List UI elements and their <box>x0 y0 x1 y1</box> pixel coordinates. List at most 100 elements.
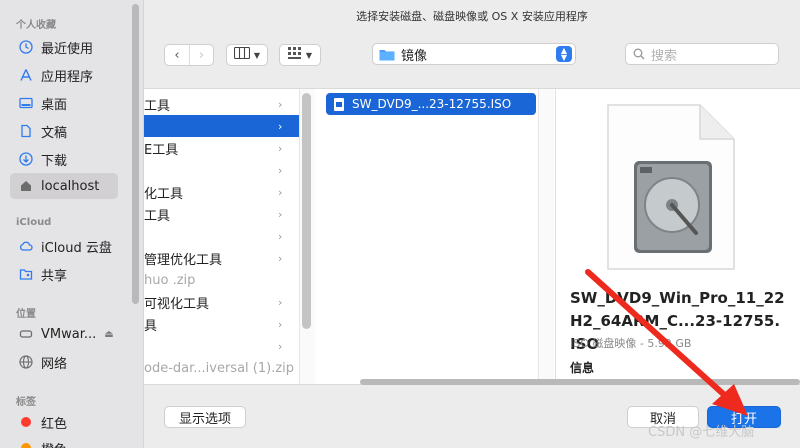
sidebar-item-recents[interactable]: 最近使用 <box>10 34 118 60</box>
sidebar-item-label: VMwar... <box>41 326 97 342</box>
sidebar-item-icloud-drive[interactable]: iCloud 云盘 <box>10 233 118 259</box>
list-item-label: 具 <box>144 318 158 334</box>
cloud-icon <box>18 238 34 254</box>
nav-buttons: ‹ › <box>164 44 214 66</box>
list-item[interactable]: 管理优化工具 › <box>144 247 299 269</box>
list-item[interactable]: huo .zip <box>144 269 299 291</box>
tag-dot-icon <box>18 414 34 430</box>
list-item[interactable]: 具 › <box>144 313 299 335</box>
tag-dot-icon <box>18 440 34 448</box>
chevron-right-icon: › <box>278 163 283 177</box>
chevron-up-down-icon: ▲ ▼ <box>556 46 572 62</box>
sidebar: 个人收藏 最近使用 应用程序 桌面 文稿 下载 localhost iCloud… <box>0 0 144 448</box>
forward-button[interactable]: › <box>188 45 213 65</box>
list-item[interactable]: 工具 › <box>144 203 299 225</box>
location-select[interactable]: 镜像 ▲ ▼ <box>372 43 576 65</box>
main-panel: 选择安装磁盘、磁盘映像或 OS X 安装应用程序 ‹ › ▼ ▼ 镜像 ▲ ▼ 搜… <box>144 0 800 448</box>
search-field[interactable]: 搜索 <box>625 43 779 65</box>
list-item-label: 工具 <box>144 208 171 224</box>
list-item[interactable]: 工具 › <box>144 93 299 115</box>
sidebar-item-label: localhost <box>41 178 100 194</box>
group-button[interactable]: ▼ <box>279 44 321 66</box>
sidebar-item-applications[interactable]: 应用程序 <box>10 62 118 88</box>
sidebar-item-label: 红色 <box>41 416 68 432</box>
show-options-button[interactable]: 显示选项 <box>164 406 246 428</box>
horizontal-scrollbar[interactable] <box>360 379 800 385</box>
shared-folder-icon <box>18 266 34 282</box>
sidebar-item-label: 文稿 <box>41 125 68 141</box>
chevron-right-icon: › <box>278 229 283 243</box>
preview-file-kind: ISO 磁盘映像 - 5.92 GB <box>570 337 692 350</box>
list-item[interactable]: › <box>144 225 299 247</box>
chevron-right-icon: › <box>278 97 283 111</box>
sidebar-item-network[interactable]: 网络 <box>10 349 118 375</box>
list-item[interactable]: 化工具 › <box>144 181 299 203</box>
disk-image-icon <box>607 104 735 270</box>
view-mode-button[interactable]: ▼ <box>226 44 268 66</box>
network-icon <box>18 354 34 370</box>
column-browser: 工具 › › E工具 › › 化工具 › 工具 › › 管理优化工具 › huo .zip… <box>144 88 800 385</box>
sidebar-item-downloads[interactable]: 下载 <box>10 146 118 172</box>
back-button[interactable]: ‹ <box>165 45 189 65</box>
list-item-label: 化工具 <box>144 186 184 202</box>
sidebar-item-vmware-disk[interactable]: VMwar... ⏏ <box>10 321 118 347</box>
sidebar-item-tag-orange[interactable]: 橙色 <box>10 435 118 448</box>
list-item-label: 管理优化工具 <box>144 252 223 268</box>
list-item[interactable]: E工具 › <box>144 137 299 159</box>
home-icon <box>18 178 34 194</box>
chevron-down-icon: ▼ <box>253 50 261 60</box>
list-item-label: huo .zip <box>144 272 196 288</box>
dialog-title: 选择安装磁盘、磁盘映像或 OS X 安装应用程序 <box>356 10 588 23</box>
list-item[interactable]: ode-dar...iversal (1).zip <box>144 357 299 379</box>
sidebar-scrollbar[interactable] <box>132 4 139 304</box>
location-label: 镜像 <box>401 48 428 64</box>
file-row-selected[interactable]: SW_DVD9_...23-12755.ISO <box>326 93 536 115</box>
chevron-right-icon: › <box>278 317 283 331</box>
file-name: SW_DVD9_...23-12755.ISO <box>352 97 512 111</box>
sidebar-section-icloud: iCloud <box>16 217 52 228</box>
list-item[interactable]: › <box>144 335 299 357</box>
clock-icon <box>18 39 34 55</box>
chevron-right-icon: › <box>278 207 283 221</box>
preview-info-heading: 信息 <box>570 361 595 375</box>
column-parent: 工具 › › E工具 › › 化工具 › 工具 › › 管理优化工具 › huo .zip… <box>144 89 300 384</box>
column-files: SW_DVD9_...23-12755.ISO <box>316 89 556 384</box>
folder-icon <box>379 48 395 61</box>
sidebar-item-tag-red[interactable]: 红色 <box>10 409 118 435</box>
chevron-down-icon: ▼ <box>305 50 313 60</box>
sidebar-item-label: 网络 <box>41 356 68 372</box>
sidebar-section-favorites: 个人收藏 <box>16 20 56 31</box>
list-item-label: ode-dar...iversal (1).zip <box>144 360 295 376</box>
watermark: CSDN @七维大脑 <box>648 425 755 440</box>
file-icon <box>334 97 344 111</box>
search-placeholder: 搜索 <box>651 48 678 64</box>
list-item-label: E工具 <box>144 142 179 158</box>
sidebar-item-label: 橙色 <box>41 439 67 448</box>
sidebar-item-label: 应用程序 <box>41 69 94 85</box>
document-icon <box>18 123 34 139</box>
columns-icon <box>233 46 250 63</box>
list-item[interactable]: 可视化工具 › <box>144 291 299 313</box>
chevron-right-icon: › <box>278 141 283 155</box>
list-item[interactable]: › <box>144 115 299 137</box>
sidebar-item-label: 下载 <box>41 153 68 169</box>
preview-pane: SW_DVD9_Win_Pro_11_22H2_64ARM_C...23-127… <box>556 89 800 384</box>
chevron-right-icon: › <box>278 251 283 265</box>
chevron-right-icon: › <box>278 119 283 133</box>
sidebar-item-localhost[interactable]: localhost <box>10 173 118 199</box>
sidebar-item-desktop[interactable]: 桌面 <box>10 90 118 116</box>
search-icon <box>633 48 645 60</box>
chevron-right-icon: › <box>278 295 283 309</box>
sidebar-item-documents[interactable]: 文稿 <box>10 118 118 144</box>
sidebar-item-shared[interactable]: 共享 <box>10 261 118 287</box>
chevron-right-icon: › <box>278 185 283 199</box>
sidebar-item-label: 共享 <box>41 268 68 284</box>
list-item[interactable]: › <box>144 159 299 181</box>
column-scrollbar-track <box>538 89 554 384</box>
column-scrollbar[interactable] <box>302 93 311 329</box>
sidebar-section-tags: 标签 <box>16 397 36 408</box>
download-icon <box>18 151 34 167</box>
eject-icon[interactable]: ⏏ <box>104 329 113 340</box>
list-item-label: 可视化工具 <box>144 296 210 312</box>
sidebar-item-label: 最近使用 <box>41 41 94 57</box>
